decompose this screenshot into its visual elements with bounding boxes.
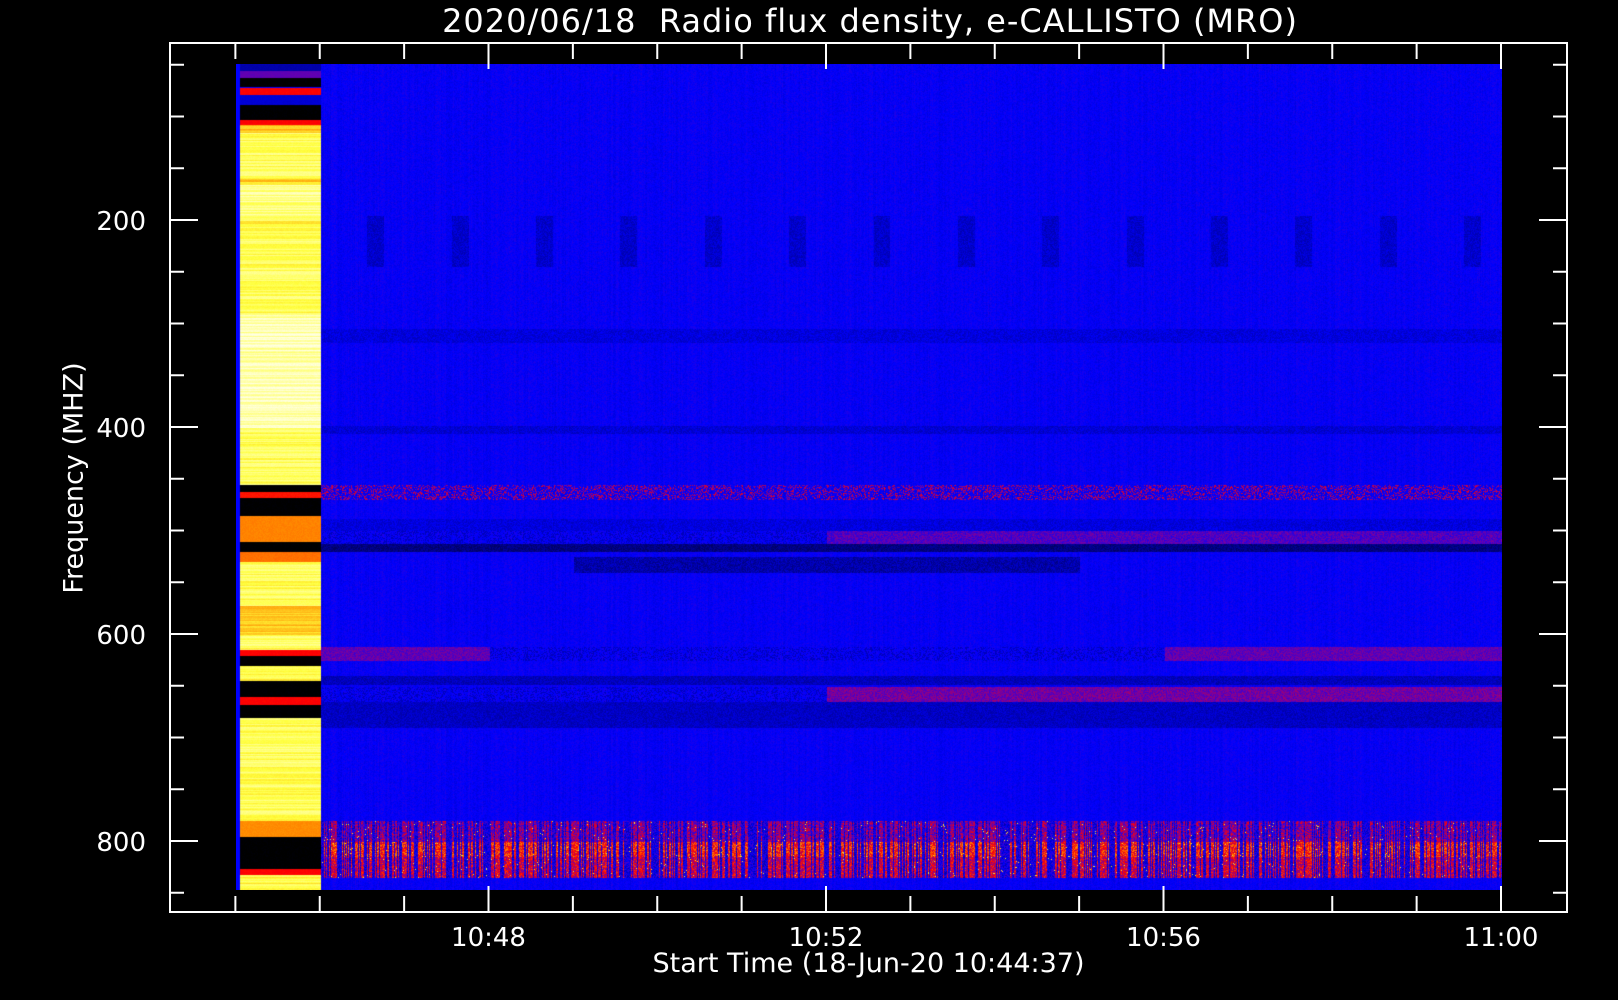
y-tick-label: 800 xyxy=(96,828,146,858)
plot-axes: 10:48 10:52 10:56 11:00200400600800 xyxy=(96,42,1568,953)
y-tick-label: 400 xyxy=(96,414,146,444)
y-axis-label: Frequency (MHZ) xyxy=(58,362,90,594)
y-tick-label: 600 xyxy=(96,621,146,651)
axes-frame xyxy=(169,42,1568,913)
x-axis-label: Start Time (18-Jun-20 10:44:37) xyxy=(652,948,1085,979)
y-tick-label: 200 xyxy=(96,207,146,237)
